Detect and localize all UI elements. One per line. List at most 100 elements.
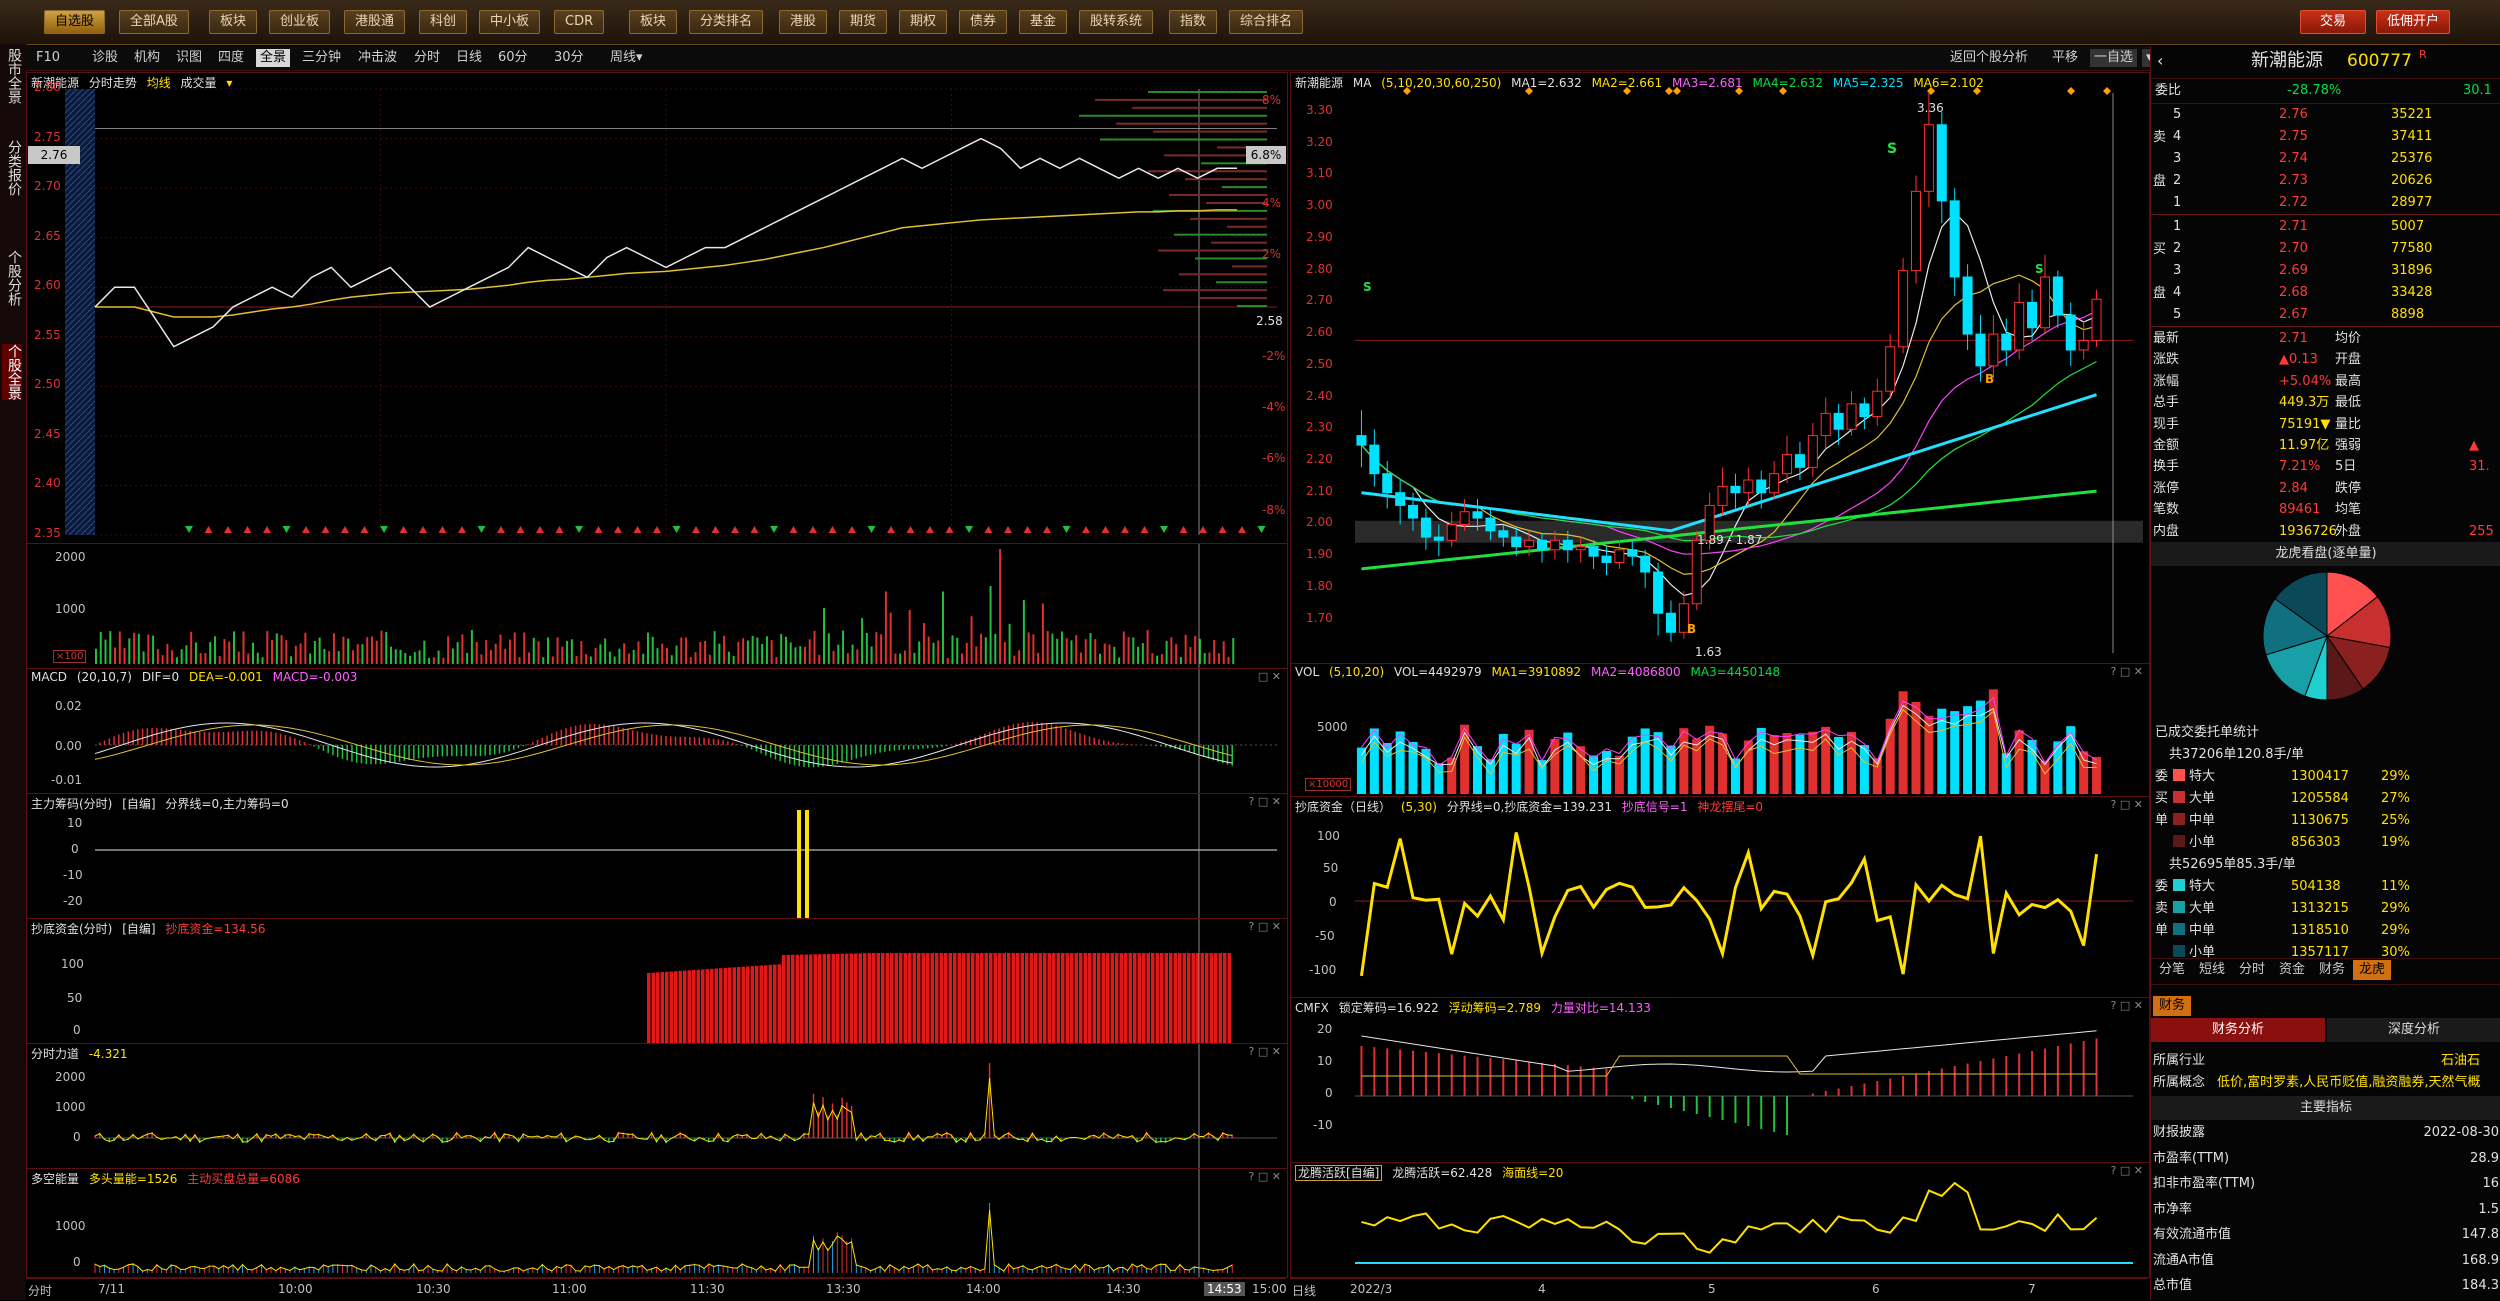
cmfx-title[interactable]: CMFX bbox=[1295, 1001, 1329, 1015]
duokong-title[interactable]: 多空能量 bbox=[31, 1172, 79, 1186]
subbar-item-3[interactable]: 识图 bbox=[172, 49, 206, 67]
zhuli-title[interactable]: 主力筹码(分时) bbox=[31, 797, 112, 811]
subbar-item-4[interactable]: 四度 bbox=[214, 49, 248, 67]
left-nav-tab-1[interactable]: 分类报价 bbox=[2, 140, 22, 196]
subbar-item-0[interactable]: F10 bbox=[32, 49, 64, 67]
topbar-item-11[interactable]: 期货 bbox=[839, 10, 888, 34]
cmfx-close-icon[interactable]: ? □ ✕ bbox=[2111, 999, 2143, 1012]
ask-row[interactable]: 1 2.72 28977 bbox=[2151, 192, 2500, 214]
subbar-item-7[interactable]: 冲击波 bbox=[354, 49, 401, 67]
subbar-item-8[interactable]: 分时 bbox=[410, 49, 444, 67]
quote-tab-0[interactable]: 分笔 bbox=[2153, 960, 2191, 980]
intra-time-tick-0[interactable]: 分时 bbox=[28, 1282, 52, 1299]
subbar-item-9[interactable]: 日线 bbox=[452, 49, 486, 67]
volume-bar bbox=[399, 649, 402, 664]
quote-tab-5[interactable]: 龙虎 bbox=[2353, 960, 2392, 980]
daily-chaodi-title[interactable]: 抄底资金（日线） bbox=[1295, 800, 1391, 814]
ask-row[interactable]: 4 2.75 37411 bbox=[2151, 126, 2500, 148]
quote-tab-1[interactable]: 短线 bbox=[2193, 960, 2231, 980]
industry-value[interactable]: 石油石 bbox=[2441, 1050, 2480, 1072]
bid-row[interactable]: 4 2.68 33428 bbox=[2151, 282, 2500, 304]
topbar-item-3[interactable]: 创业板 bbox=[269, 10, 331, 34]
zhuli-close-icon[interactable]: ? □ ✕ bbox=[1249, 795, 1281, 808]
tab-finance[interactable]: 财务 bbox=[2153, 996, 2192, 1016]
daily-price-tick-8: 2.50 bbox=[1306, 356, 1333, 371]
topbar-item-16[interactable]: 指数 bbox=[1169, 10, 1218, 34]
daily-chaodi-close-icon[interactable]: ? □ ✕ bbox=[2111, 798, 2143, 811]
topbar-item-5[interactable]: 科创 bbox=[419, 10, 468, 34]
bid-row[interactable]: 1 2.71 5007 bbox=[2151, 216, 2500, 238]
trade-button[interactable]: 交易 bbox=[2300, 10, 2366, 34]
candle-body bbox=[1420, 517, 1431, 538]
stat-row: 涨停 2.84 跌停 bbox=[2153, 480, 2362, 496]
chaodi-bar bbox=[737, 967, 741, 1043]
subbar-item-6[interactable]: 三分钟 bbox=[298, 49, 345, 67]
bid-row[interactable]: 2 2.70 77580 bbox=[2151, 238, 2500, 260]
topbar-item-2[interactable]: 板块 bbox=[209, 10, 258, 34]
signal-triangle bbox=[1043, 526, 1051, 533]
bid-row[interactable]: 3 2.69 31896 bbox=[2151, 260, 2500, 282]
topbar-item-0[interactable]: 自选股 bbox=[44, 10, 106, 34]
daily-candle-svg: S S S B B bbox=[1355, 87, 2143, 653]
topbar-item-7[interactable]: CDR bbox=[554, 10, 605, 34]
subbar-item-12[interactable]: 周线▾ bbox=[606, 49, 647, 67]
volume-bar bbox=[884, 591, 887, 664]
topbar-item-8[interactable]: 板块 bbox=[629, 10, 678, 34]
volume-bar bbox=[1146, 630, 1149, 664]
left-nav-tab-3[interactable]: 个股全景 bbox=[2, 344, 22, 400]
chaodi-bar bbox=[1110, 953, 1114, 1043]
daily-volume-bar bbox=[1821, 726, 1831, 794]
topbar-item-17[interactable]: 综合排名 bbox=[1229, 10, 1304, 34]
lidao-title[interactable]: 分时力道 bbox=[31, 1047, 79, 1061]
tab-deep-analysis[interactable]: 深度分析 bbox=[2327, 1018, 2500, 1042]
topbar-item-1[interactable]: 全部A股 bbox=[119, 10, 189, 34]
daily-time-tick-0[interactable]: 日线 bbox=[1292, 1282, 1316, 1299]
topbar-item-4[interactable]: 港股通 bbox=[344, 10, 406, 34]
quote-tab-4[interactable]: 财务 bbox=[2313, 960, 2351, 980]
subbar-item-11[interactable]: 30分 bbox=[550, 49, 588, 67]
topbar-item-15[interactable]: 股转系统 bbox=[1079, 10, 1154, 34]
subbar-item-10[interactable]: 60分 bbox=[494, 49, 532, 67]
bid-row[interactable]: 5 2.67 8898 bbox=[2151, 304, 2500, 326]
quote-tab-3[interactable]: 资金 bbox=[2273, 960, 2311, 980]
lidao-close-icon[interactable]: ? □ ✕ bbox=[1249, 1045, 1281, 1058]
duokong-close-icon[interactable]: ? □ ✕ bbox=[1249, 1170, 1281, 1183]
topbar-item-14[interactable]: 基金 bbox=[1019, 10, 1068, 34]
subbar-item-1[interactable]: 诊股 bbox=[88, 49, 122, 67]
chaodi-close-icon[interactable]: ? □ ✕ bbox=[1249, 920, 1281, 933]
macd-title[interactable]: MACD bbox=[31, 670, 67, 684]
subbar-right-item-0[interactable]: 返回个股分析 bbox=[1946, 49, 2032, 67]
subbar-item-5[interactable]: 全景 bbox=[256, 49, 291, 67]
daily-vol-title[interactable]: VOL bbox=[1295, 665, 1319, 679]
chaodi-bar bbox=[1074, 953, 1078, 1043]
left-nav-tab-0[interactable]: 股市全景 bbox=[2, 48, 22, 104]
subbar-item-2[interactable]: 机构 bbox=[130, 49, 164, 67]
chaodi-title[interactable]: 抄底资金(分时) bbox=[31, 922, 112, 936]
daily-volume-bar bbox=[1524, 729, 1534, 794]
quote-tab-2[interactable]: 分时 bbox=[2233, 960, 2271, 980]
longteng-close-icon[interactable]: ? □ ✕ bbox=[2111, 1164, 2143, 1177]
ask-row[interactable]: 2 2.73 20626 bbox=[2151, 170, 2500, 192]
ask-row[interactable]: 5 2.76 35221 bbox=[2151, 104, 2500, 126]
macd-close-icon[interactable]: □ ✕ bbox=[1258, 670, 1281, 683]
concept-value[interactable]: 低价,富时罗素,人民币贬值,融资融券,天然气概 bbox=[2217, 1072, 2481, 1094]
subbar-right-item-2[interactable]: 一自选 bbox=[2090, 49, 2138, 67]
daily-vol-close-icon[interactable]: ? □ ✕ bbox=[2111, 665, 2143, 678]
tab-finance-analysis[interactable]: 财务分析 bbox=[2151, 1018, 2325, 1042]
candle-body bbox=[1536, 539, 1548, 551]
topbar-item-9[interactable]: 分类排名 bbox=[689, 10, 764, 34]
ask-row[interactable]: 3 2.74 25376 bbox=[2151, 148, 2500, 170]
longteng-title[interactable]: 龙腾活跃[自编] bbox=[1295, 1165, 1383, 1181]
volume-bar bbox=[932, 642, 935, 664]
back-chevron-icon[interactable]: ‹ bbox=[2157, 48, 2163, 74]
topbar-item-6[interactable]: 中小板 bbox=[479, 10, 541, 34]
left-nav-tab-2[interactable]: 个股分析 bbox=[2, 250, 22, 306]
subbar-right-item-1[interactable]: 平移 bbox=[2048, 49, 2082, 67]
topbar-item-12[interactable]: 期权 bbox=[899, 10, 948, 34]
topbar-item-13[interactable]: 债券 bbox=[959, 10, 1008, 34]
volume-bar bbox=[518, 657, 521, 664]
topbar-item-10[interactable]: 港股 bbox=[779, 10, 828, 34]
candle-body bbox=[1910, 190, 1922, 272]
open-account-button[interactable]: 低佣开户 bbox=[2376, 10, 2451, 34]
signal-triangle bbox=[204, 526, 213, 533]
